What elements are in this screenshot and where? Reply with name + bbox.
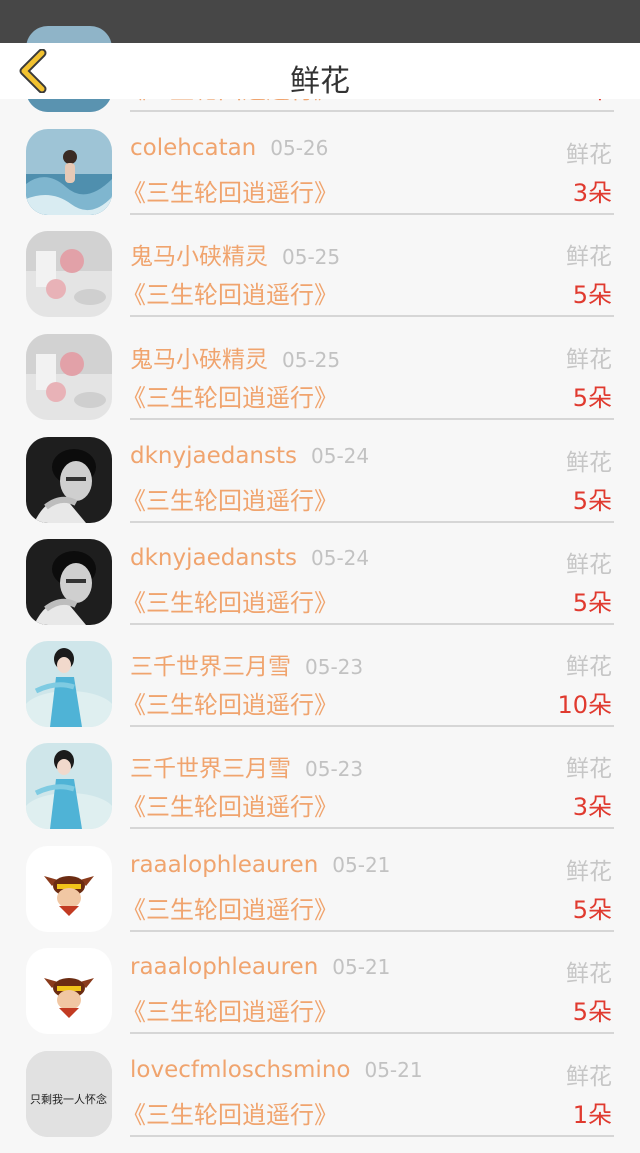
list-item[interactable]: colehcatan 05-26 鲜花 《三生轮回逍遥行》 3朵: [0, 129, 640, 231]
gift-count: 5朵: [572, 998, 612, 1026]
user-name[interactable]: 三千世界三月雪 05-23: [130, 749, 363, 783]
gift-type: 鲜花: [566, 244, 612, 270]
user-name[interactable]: raaalophleauren 05-21: [130, 852, 390, 878]
list-item[interactable]: raaalophleauren 05-21 鲜花 《三生轮回逍遥行》 5朵: [0, 948, 640, 1050]
gift-count: 3朵: [572, 179, 612, 207]
gift-type: 鲜花: [566, 142, 612, 168]
avatar: [26, 743, 112, 829]
avatar: [26, 334, 112, 420]
gift-type: 鲜花: [566, 961, 612, 987]
page-title: 鲜花: [290, 64, 350, 99]
list-item[interactable]: 鬼马小硖精灵 05-25 鲜花 《三生轮回逍遥行》 5朵: [0, 231, 640, 333]
avatar-handwriting-text: 只剩我一人怀念: [30, 1092, 107, 1106]
divider: [130, 521, 614, 523]
avatar: [26, 437, 112, 523]
gift-count: 5朵: [572, 384, 612, 412]
list-item[interactable]: dknyjaedansts 05-24 鲜花 《三生轮回逍遥行》 5朵: [0, 437, 640, 539]
avatar: 只剩我一人怀念: [26, 1051, 112, 1137]
divider: [130, 1032, 614, 1034]
divider: [130, 315, 614, 317]
list-item[interactable]: raaalophleauren 05-21 鲜花 《三生轮回逍遥行》 5朵: [0, 846, 640, 948]
gift-type: 鲜花: [566, 347, 612, 373]
avatar: [26, 641, 112, 727]
gift-type: 鲜花: [566, 859, 612, 885]
book-title[interactable]: 《三生轮回逍遥行》: [122, 685, 338, 720]
divider: [130, 418, 614, 420]
divider: [130, 827, 614, 829]
user-name[interactable]: lovecfmloschsmino 05-21: [130, 1057, 423, 1083]
date: 05-26: [270, 136, 329, 160]
user-name[interactable]: 三千世界三月雪 05-23: [130, 647, 363, 681]
date: 05-21: [364, 1058, 423, 1082]
date: 05-24: [311, 546, 370, 570]
date: 05-25: [282, 348, 341, 372]
date: 05-24: [311, 444, 370, 468]
user-name[interactable]: raaalophleauren 05-21: [130, 954, 390, 980]
gift-type: 鲜花: [566, 1064, 612, 1090]
gift-count: 10朵: [557, 691, 612, 719]
gift-type: 鲜花: [566, 450, 612, 476]
divider: [130, 213, 614, 215]
book-title[interactable]: 《三生轮回逍遥行》: [122, 481, 338, 516]
book-title[interactable]: 《三生轮回逍遥行》: [122, 1095, 338, 1130]
avatar: [26, 129, 112, 215]
book-title[interactable]: 《三生轮回逍遥行》: [122, 890, 338, 925]
gift-count: 1朵: [572, 1101, 612, 1129]
user-name[interactable]: 鬼马小硖精灵 05-25: [130, 340, 340, 374]
gift-type: 鲜花: [566, 552, 612, 578]
date: 05-21: [332, 955, 391, 979]
gift-count: 5朵: [572, 896, 612, 924]
divider: [130, 110, 614, 112]
gift-count: 5朵: [572, 487, 612, 515]
date: 05-21: [332, 853, 391, 877]
book-title[interactable]: 《三生轮回逍遥行》: [122, 173, 338, 208]
date: 05-25: [282, 245, 341, 269]
gift-count: 3朵: [572, 793, 612, 821]
list-item[interactable]: 鬼马小硖精灵 05-25 鲜花 《三生轮回逍遥行》 5朵: [0, 334, 640, 436]
book-title[interactable]: 《三生轮回逍遥行》: [122, 275, 338, 310]
avatar: [26, 231, 112, 317]
gift-type: 鲜花: [566, 654, 612, 680]
user-name[interactable]: dknyjaedansts 05-24: [130, 545, 369, 571]
gift-count: 5朵: [572, 589, 612, 617]
date: 05-23: [305, 757, 364, 781]
avatar: [26, 846, 112, 932]
divider: [130, 930, 614, 932]
date: 05-23: [305, 655, 364, 679]
nav-bar: 鲜花: [0, 43, 640, 99]
list-item[interactable]: 三千世界三月雪 05-23 鲜花 《三生轮回逍遥行》 10朵: [0, 641, 640, 743]
divider: [130, 1135, 614, 1137]
book-title[interactable]: 《三生轮回逍遥行》: [122, 378, 338, 413]
book-title[interactable]: 《三生轮回逍遥行》: [122, 787, 338, 822]
divider: [130, 725, 614, 727]
user-name[interactable]: 鬼马小硖精灵 05-25: [130, 237, 340, 271]
gift-type: 鲜花: [566, 756, 612, 782]
avatar: [26, 539, 112, 625]
user-name[interactable]: colehcatan 05-26: [130, 135, 328, 161]
list-item[interactable]: 三千世界三月雪 05-23 鲜花 《三生轮回逍遥行》 3朵: [0, 743, 640, 845]
list-item[interactable]: dknyjaedansts 05-24 鲜花 《三生轮回逍遥行》 5朵: [0, 539, 640, 641]
book-title[interactable]: 《三生轮回逍遥行》: [122, 992, 338, 1027]
user-name[interactable]: dknyjaedansts 05-24: [130, 443, 369, 469]
avatar: [26, 948, 112, 1034]
book-title[interactable]: 《三生轮回逍遥行》: [122, 583, 338, 618]
divider: [130, 623, 614, 625]
gift-count: 5朵: [572, 281, 612, 309]
